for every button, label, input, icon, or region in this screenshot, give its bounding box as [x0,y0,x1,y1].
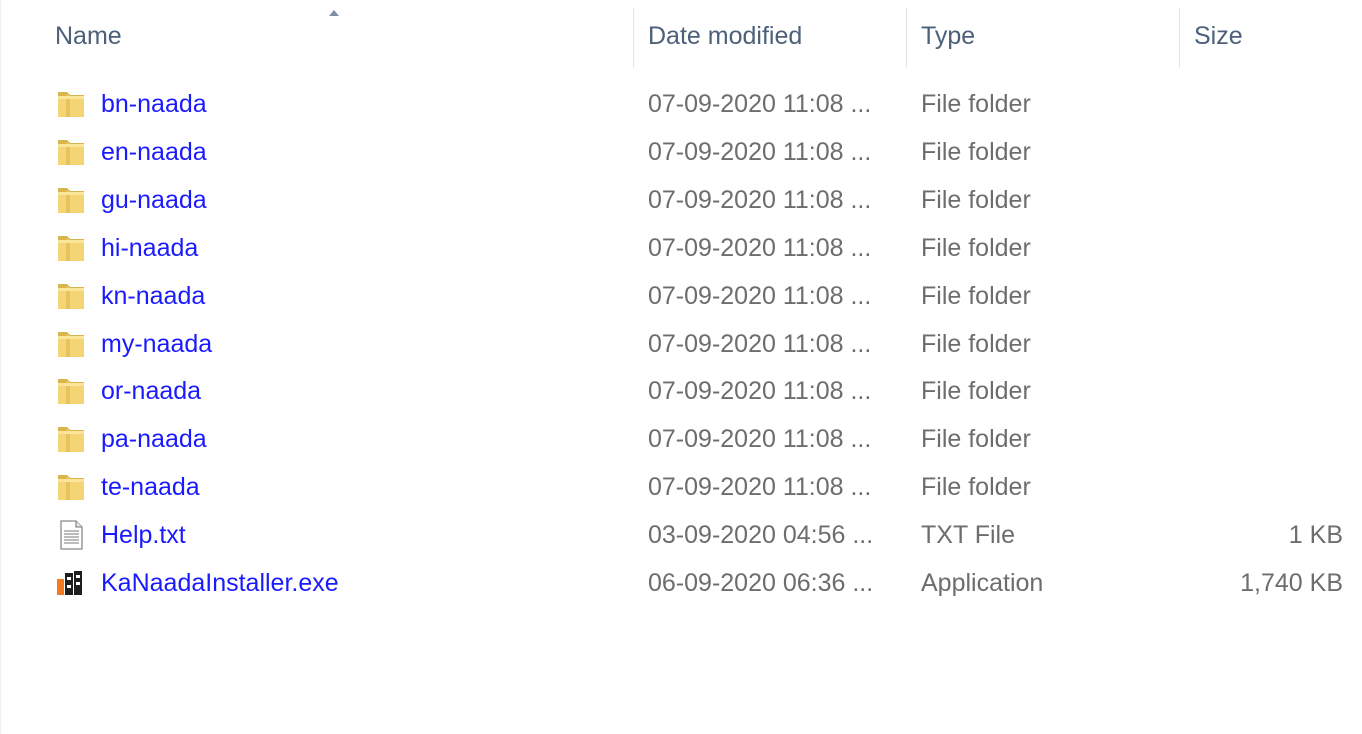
file-row[interactable]: KaNaadaInstaller.exe 06-09-2020 06:36 ...… [1,559,1362,607]
date-modified: 07-09-2020 11:08 ... [648,425,872,454]
date-modified: 06-09-2020 06:36 ... [648,569,874,597]
folder-icon [55,232,87,264]
file-row[interactable]: hi-naada 07-09-2020 11:08 ... File folder [1,224,1362,272]
file-size: 1,740 KB [1240,569,1343,597]
file-row[interactable]: or-naada 07-09-2020 11:08 ... File folder [1,367,1362,415]
file-type: File folder [921,425,1031,454]
folder-icon [55,471,87,503]
file-row[interactable]: my-naada 07-09-2020 11:08 ... File folder [1,320,1362,368]
column-header-type-label: Type [921,22,976,50]
file-size: 1 KB [1288,521,1343,550]
date-modified: 07-09-2020 11:08 ... [648,90,872,118]
file-list-pane: Name Date modified Type Size bn-naada 07-… [0,0,1362,734]
text-file-icon [55,519,87,551]
file-type: TXT File [921,521,1015,550]
sort-ascending-icon [329,10,339,16]
column-header-date-label: Date modified [648,22,803,50]
file-name[interactable]: te-naada [101,463,200,511]
column-header-date-modified[interactable]: Date modified [634,0,906,76]
file-name[interactable]: kn-naada [101,272,205,320]
file-row[interactable]: pa-naada 07-09-2020 11:08 ... File folder [1,415,1362,463]
file-type: File folder [921,90,1031,118]
file-type: File folder [921,473,1031,502]
file-row[interactable]: kn-naada 07-09-2020 11:08 ... File folder [1,272,1362,320]
column-header-bar: Name Date modified Type Size [1,0,1362,76]
file-row[interactable]: bn-naada 07-09-2020 11:08 ... File folder [1,80,1362,128]
file-type: File folder [921,329,1031,358]
folder-icon [55,423,87,455]
date-modified: 07-09-2020 11:08 ... [648,329,872,358]
column-header-name-label: Name [55,22,122,50]
date-modified: 07-09-2020 11:08 ... [648,377,872,406]
file-type: File folder [921,281,1031,310]
file-name[interactable]: en-naada [101,128,207,176]
folder-icon [55,280,87,312]
column-header-size[interactable]: Size [1180,0,1362,76]
column-header-type[interactable]: Type [907,0,1179,76]
file-name[interactable]: gu-naada [101,176,207,224]
date-modified: 07-09-2020 11:08 ... [648,185,872,214]
file-name[interactable]: pa-naada [101,415,207,463]
file-type: File folder [921,185,1031,214]
file-name[interactable]: bn-naada [101,80,207,128]
folder-icon [55,136,87,168]
file-name[interactable]: hi-naada [101,224,198,272]
folder-icon [55,184,87,216]
file-name[interactable]: my-naada [101,320,212,368]
file-name[interactable]: KaNaadaInstaller.exe [101,559,339,607]
date-modified: 07-09-2020 11:08 ... [648,137,872,166]
file-type: Application [921,569,1044,597]
file-type: File folder [921,233,1031,262]
date-modified: 07-09-2020 11:08 ... [648,281,872,310]
file-name[interactable]: or-naada [101,367,201,415]
application-icon [55,567,87,599]
file-row[interactable]: Help.txt 03-09-2020 04:56 ... TXT File 1 KB [1,511,1362,559]
date-modified: 07-09-2020 11:08 ... [648,233,872,262]
file-row[interactable]: te-naada 07-09-2020 11:08 ... File folder [1,463,1362,511]
column-header-size-label: Size [1194,22,1243,50]
date-modified: 03-09-2020 04:56 ... [648,521,874,550]
file-type: File folder [921,377,1031,406]
file-name[interactable]: Help.txt [101,511,186,559]
file-type: File folder [921,137,1031,166]
folder-icon [55,328,87,360]
column-header-name[interactable]: Name [1,0,633,76]
date-modified: 07-09-2020 11:08 ... [648,473,872,502]
folder-icon [55,88,87,120]
file-row[interactable]: gu-naada 07-09-2020 11:08 ... File folder [1,176,1362,224]
folder-icon [55,375,87,407]
file-row[interactable]: en-naada 07-09-2020 11:08 ... File folder [1,128,1362,176]
